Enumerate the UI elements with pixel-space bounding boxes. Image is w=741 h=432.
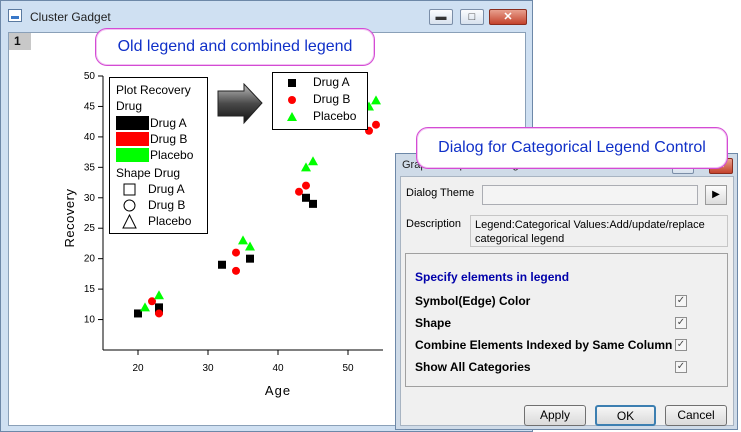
- y-tick-label: 25: [84, 223, 96, 234]
- combined-legend-marker-circle-icon: [288, 96, 296, 104]
- combined-legend-marker-square-icon: [288, 79, 296, 87]
- option-label: Combine Elements Indexed by Same Column: [415, 338, 673, 352]
- y-tick-label: 20: [84, 254, 96, 265]
- legend-color-swatch: [116, 116, 149, 130]
- combined-legend-label: Drug B: [313, 92, 351, 106]
- data-point-circle: [155, 309, 163, 318]
- y-tick-label: 50: [84, 71, 96, 82]
- data-point-circle: [295, 187, 303, 196]
- combined-legend-marker: [288, 79, 296, 87]
- x-tick-label: 20: [132, 363, 144, 374]
- combined-legend-label: Placebo: [313, 109, 357, 123]
- dialog-theme-label: Dialog Theme: [406, 187, 475, 199]
- data-point-circle: [232, 248, 240, 257]
- option-checkbox[interactable]: ✓: [675, 295, 687, 307]
- combined-legend-label: Drug A: [313, 75, 350, 89]
- apply-button[interactable]: Apply: [524, 405, 586, 426]
- legend-color-label: Drug A: [150, 116, 187, 130]
- y-tick-label: 40: [84, 132, 96, 143]
- dialog-theme-menu-button[interactable]: ▶: [705, 185, 727, 205]
- option-checkbox[interactable]: ✓: [675, 317, 687, 329]
- y-tick-label: 30: [84, 193, 96, 204]
- combined-legend-marker: [288, 96, 296, 104]
- legend-color-label: Placebo: [150, 148, 194, 162]
- x-tick-label: 50: [342, 363, 354, 374]
- option-checkbox[interactable]: ✓: [675, 361, 687, 373]
- option-checkbox[interactable]: ✓: [675, 339, 687, 351]
- arrow-right-icon: [217, 83, 263, 125]
- description-label: Description: [406, 218, 462, 230]
- combined-legend-marker-triangle-icon: [287, 112, 297, 121]
- y-tick-label: 10: [84, 315, 96, 326]
- data-point-circle: [232, 266, 240, 275]
- data-point-triangle: [238, 235, 248, 245]
- data-point-square: [309, 199, 317, 208]
- legend-color-swatch: [116, 132, 149, 146]
- legend-shape-square-icon: [123, 183, 136, 196]
- dialog-theme-field[interactable]: [482, 185, 698, 205]
- data-point-triangle: [140, 302, 150, 312]
- option-label: Shape: [415, 316, 452, 330]
- data-point-circle: [302, 181, 310, 190]
- y-axis-label: Recovery: [62, 189, 77, 248]
- y-tick-label: 35: [84, 162, 96, 173]
- y-tick-label: 15: [84, 284, 96, 295]
- legend-shape-circle-icon: [123, 199, 136, 212]
- data-point-circle: [372, 120, 380, 129]
- x-axis-label: Age: [265, 383, 291, 398]
- ok-button[interactable]: OK: [595, 405, 656, 426]
- data-point-square: [246, 254, 254, 263]
- combined-legend[interactable]: Drug A Drug B Placebo: [272, 72, 368, 130]
- old-legend[interactable]: Plot Recovery Drug Drug A Drug B Placebo S…: [109, 77, 208, 234]
- data-point-square: [302, 193, 310, 202]
- legend-shape-label: Drug B: [148, 198, 186, 212]
- option-label: Show All Categories: [415, 360, 531, 374]
- data-point-triangle: [371, 95, 381, 105]
- description-text: Legend:Categorical Values:Add/update/rep…: [470, 215, 728, 247]
- data-point-triangle: [308, 156, 318, 166]
- old-legend-subtitle: Drug: [116, 99, 143, 113]
- legend-shape-label: Drug A: [148, 182, 185, 196]
- old-legend-shape-title: Shape Drug: [116, 166, 181, 180]
- x-tick-label: 40: [272, 363, 284, 374]
- legend-shape-label: Placebo: [148, 214, 192, 228]
- legend-shape-triangle-icon: [122, 214, 137, 229]
- old-legend-title: Plot Recovery: [116, 83, 191, 97]
- cancel-button[interactable]: Cancel: [665, 405, 727, 426]
- data-point-square: [218, 260, 226, 269]
- legend-color-swatch: [116, 148, 149, 162]
- callout-legend: Old legend and combined legend: [95, 28, 375, 66]
- combined-legend-marker: [287, 112, 297, 121]
- x-tick-label: 30: [202, 363, 214, 374]
- legend-color-label: Drug B: [150, 132, 188, 146]
- data-point-triangle: [154, 290, 164, 300]
- option-label: Symbol(Edge) Color: [415, 294, 531, 308]
- y-tick-label: 45: [84, 101, 96, 112]
- callout-dialog: Dialog for Categorical Legend Control: [416, 127, 728, 169]
- options-section-title: Specify elements in legend: [415, 270, 570, 284]
